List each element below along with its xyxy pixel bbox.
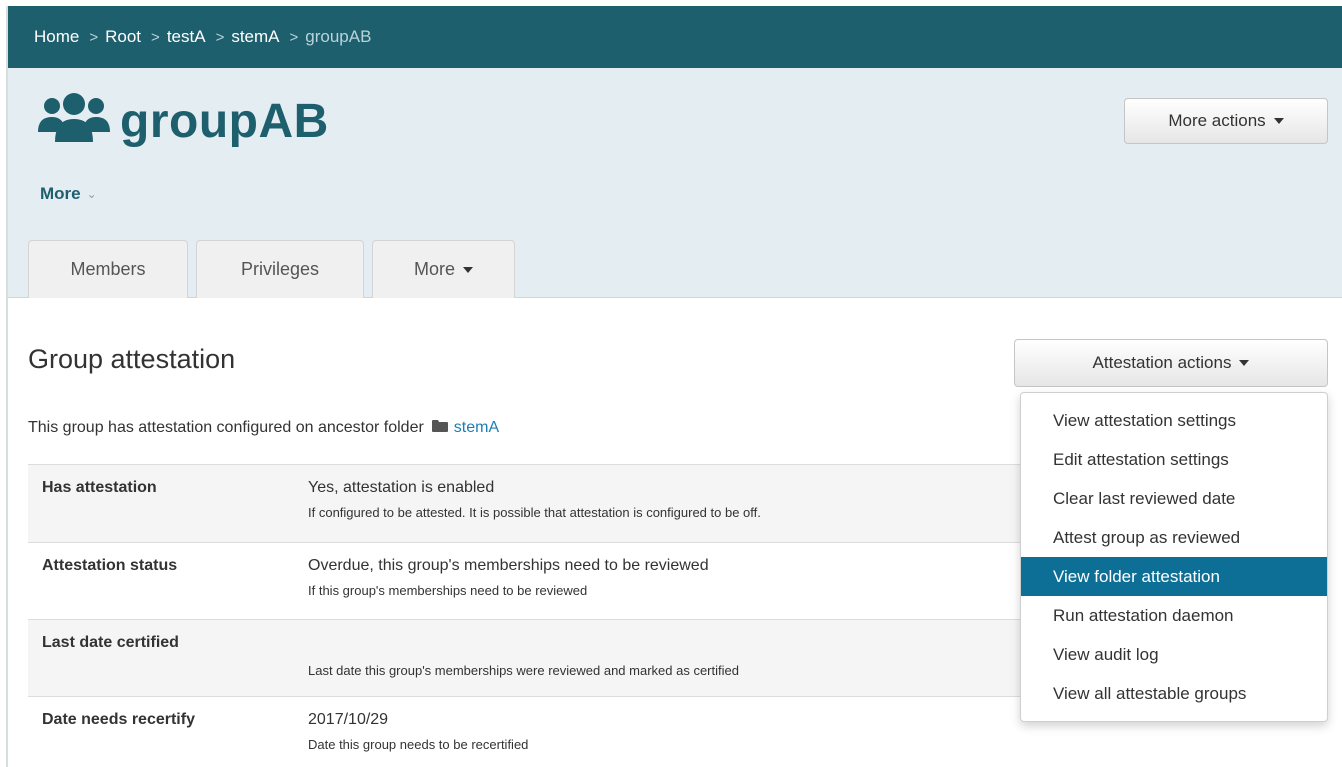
tab-more-label: More — [413, 259, 455, 279]
folder-icon — [431, 419, 448, 437]
menu-item-view-all-attestable-groups[interactable]: View all attestable groups — [1021, 674, 1327, 713]
more-link-label: More — [40, 184, 81, 203]
breadcrumb-current: groupAB — [305, 27, 372, 46]
property-help: If this group's memberships need to be r… — [308, 583, 588, 598]
table-row: Has attestation Yes, attestation is enab… — [28, 464, 1028, 543]
breadcrumb-separator: > — [151, 28, 160, 46]
breadcrumb-separator: > — [215, 28, 225, 46]
attestation-note: This group has attestation configured on… — [28, 419, 499, 437]
caret-down-icon — [463, 266, 473, 273]
caret-down-icon — [1273, 118, 1284, 124]
property-value — [308, 634, 1028, 653]
attestation-actions-label: Attestation actions — [1092, 353, 1232, 372]
tab-members-label: Members — [70, 259, 146, 279]
tab-privileges[interactable]: Privileges — [196, 240, 364, 298]
folder-link-stema[interactable]: stemA — [454, 419, 499, 437]
property-value-cell: Yes, attestation is enabled If configure… — [298, 464, 1028, 543]
property-label: Attestation status — [28, 542, 298, 620]
breadcrumb-stema[interactable]: stemA — [231, 27, 279, 47]
property-help: Date this group needs to be recertified — [308, 737, 529, 752]
attestation-actions-button[interactable]: Attestation actions — [1014, 339, 1328, 387]
page-frame: Home > Root > testA > stemA > groupAB gr… — [6, 6, 1342, 767]
property-value-cell: Overdue, this group's memberships need t… — [298, 542, 1028, 620]
breadcrumb-separator: > — [89, 28, 99, 46]
more-actions-button[interactable]: More actions — [1124, 98, 1328, 144]
menu-item-clear-last-reviewed-date[interactable]: Clear last reviewed date — [1021, 479, 1327, 518]
tab-members[interactable]: Members — [28, 240, 188, 298]
property-label: Last date certified — [28, 619, 298, 697]
property-help: Last date this group's memberships were … — [308, 663, 739, 678]
property-label: Has attestation — [28, 464, 298, 543]
group-title: groupAB — [120, 95, 329, 148]
tab-privileges-label: Privileges — [240, 259, 320, 279]
property-value: Overdue, this group's memberships need t… — [308, 557, 709, 574]
attestation-note-text: This group has attestation configured on… — [28, 419, 424, 436]
more-link[interactable]: More ⌄ — [40, 184, 97, 204]
property-value: Yes, attestation is enabled — [308, 479, 495, 496]
menu-item-view-attestation-settings[interactable]: View attestation settings — [1021, 401, 1327, 440]
property-value: 2017/10/29 — [308, 711, 389, 728]
section-title: Group attestation — [28, 344, 236, 374]
property-value-cell: 2017/10/29 Date this group needs to be r… — [298, 696, 1028, 767]
more-actions-label: More actions — [1168, 111, 1266, 130]
breadcrumb-root[interactable]: Root — [105, 27, 141, 47]
tab-more[interactable]: More — [372, 240, 515, 298]
group-header: groupAB More actions More ⌄ Members Priv… — [8, 68, 1342, 298]
users-icon — [38, 90, 110, 153]
property-help: If configured to be attested. It is poss… — [308, 505, 761, 520]
menu-item-view-audit-log[interactable]: View audit log — [1021, 635, 1327, 674]
property-label: Date needs recertify — [28, 696, 298, 767]
table-row: Date needs recertify 2017/10/29 Date thi… — [28, 696, 1028, 767]
menu-item-view-folder-attestation[interactable]: View folder attestation — [1021, 557, 1327, 596]
menu-item-edit-attestation-settings[interactable]: Edit attestation settings — [1021, 440, 1327, 479]
menu-item-attest-group-as-reviewed[interactable]: Attest group as reviewed — [1021, 518, 1327, 557]
breadcrumb-separator: > — [289, 28, 299, 46]
table-row: Last date certified Last date this group… — [28, 619, 1028, 697]
caret-down-icon — [1239, 360, 1250, 366]
chevron-down-icon: ⌄ — [86, 187, 97, 201]
breadcrumb-testa[interactable]: testA — [167, 27, 206, 47]
breadcrumb-home[interactable]: Home — [34, 27, 79, 47]
menu-item-run-attestation-daemon[interactable]: Run attestation daemon — [1021, 596, 1327, 635]
attestation-properties-table: Has attestation Yes, attestation is enab… — [28, 464, 1028, 767]
property-value-cell: Last date this group's memberships were … — [298, 619, 1028, 697]
table-row: Attestation status Overdue, this group's… — [28, 542, 1028, 620]
attestation-actions-menu: View attestation settings Edit attestati… — [1020, 392, 1328, 722]
page-title: groupAB — [38, 90, 329, 153]
breadcrumb: Home > Root > testA > stemA > groupAB — [8, 6, 1342, 68]
